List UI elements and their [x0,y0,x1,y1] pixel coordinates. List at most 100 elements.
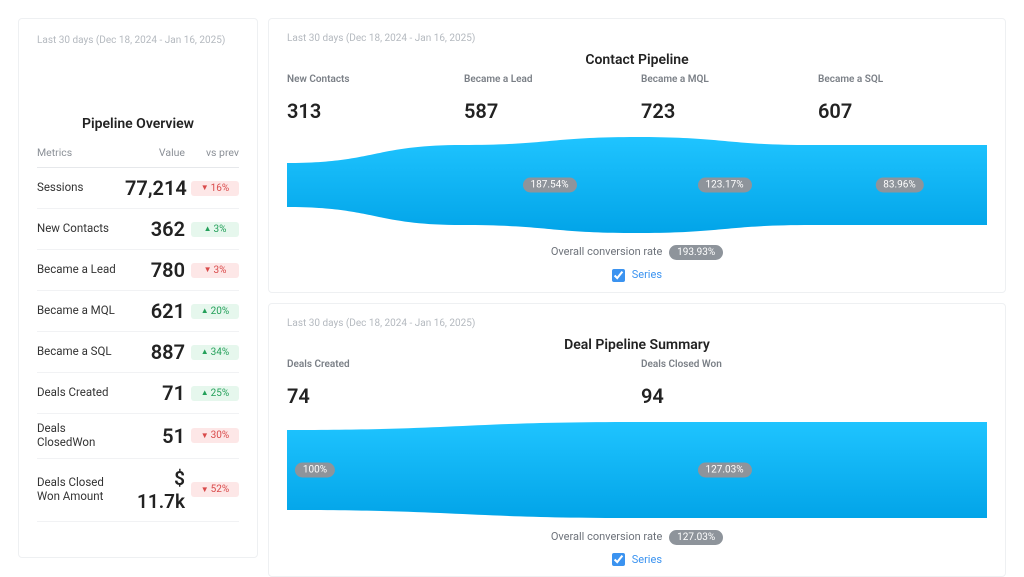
overall-conversion-line: Overall conversion rate 193.93% [287,245,987,260]
metric-value: $ 11.7k [125,467,185,513]
deal-pipeline-title: Deal Pipeline Summary [287,337,987,353]
metric-label: Became a SQL [37,345,119,359]
delta-badge: ▲34% [191,345,239,360]
date-range-label: Last 30 days (Dec 18, 2024 - Jan 16, 202… [287,33,987,44]
stage-label: Deals Closed Won [641,359,987,370]
metric-value: 621 [125,299,185,323]
overall-conversion-badge: 127.03% [669,530,723,545]
overall-conversion-line: Overall conversion rate 127.03% [287,530,987,545]
stage-value: 607 [818,99,987,123]
metric-value: 51 [125,424,185,448]
triangle-down-icon: ▼ [201,432,209,440]
series-legend-label: Series [632,268,662,281]
delta-badge: ▼3% [191,263,239,278]
date-range-label: Last 30 days (Dec 18, 2024 - Jan 16, 202… [287,318,987,329]
overview-header-vsprev: vs prev [191,146,239,159]
overview-header-metric: Metrics [37,146,119,159]
date-range-label: Last 30 days (Dec 18, 2024 - Jan 16, 202… [37,35,239,46]
conversion-badge: 123.17% [697,178,751,193]
metric-value: 887 [125,340,185,364]
stage-label: Became a Lead [464,74,633,85]
stage-value: 723 [641,99,810,123]
triangle-down-icon: ▼ [204,266,212,274]
stage-value: 587 [464,99,633,123]
overall-conversion-label: Overall conversion rate [551,530,663,543]
pipeline-overview-card: Last 30 days (Dec 18, 2024 - Jan 16, 202… [18,18,258,558]
overview-header-row: Metrics Value vs prev [37,138,239,168]
triangle-down-icon: ▼ [201,486,209,494]
overview-row: New Contacts362▲3% [37,209,239,250]
conversion-badge: 100% [295,462,335,477]
overview-row: Became a SQL 887 ▲34% [37,332,239,373]
triangle-down-icon: ▼ [201,184,209,192]
delta-badge: ▼16% [191,181,239,196]
stage-value: 94 [641,384,987,408]
conversion-badge: 187.54% [522,178,576,193]
delta-text: 34% [211,347,230,358]
series-checkbox[interactable] [612,269,625,282]
series-legend-item[interactable]: Series [612,553,662,566]
deal-stages-row: Deals Created 74 Deals Closed Won 94 [287,359,987,408]
metric-value: 780 [125,258,185,282]
delta-text: 3% [213,265,226,276]
stage-value: 74 [287,384,633,408]
pipeline-stage: Became a SQL 607 [818,74,987,123]
deal-pipeline-card: Last 30 days (Dec 18, 2024 - Jan 16, 202… [268,303,1006,577]
delta-text: 25% [211,388,230,399]
metric-label: Sessions [37,181,119,195]
delta-text: 52% [211,484,230,495]
overall-conversion-label: Overall conversion rate [551,245,663,258]
overview-header-value: Value [125,146,185,159]
triangle-up-icon: ▲ [201,307,209,315]
pipeline-stage: Became a Lead 587 [464,74,633,123]
overview-row: Sessions 77,214 ▼16% [37,168,239,209]
overview-row: Became a MQL 621 ▲20% [37,291,239,332]
contact-pipeline-card: Last 30 days (Dec 18, 2024 - Jan 16, 202… [268,18,1006,293]
pipeline-stage: Became a MQL 723 [641,74,810,123]
metric-label: Deals Created [37,386,119,400]
conversion-badge: 83.96% [875,178,923,193]
contact-pipeline-title: Contact Pipeline [287,52,987,68]
metric-label: Became a MQL [37,304,119,318]
deal-legend: Series [287,553,987,567]
deal-funnel: 100% 127.03% [287,420,987,520]
delta-text: 16% [211,183,230,194]
stage-label: Became a SQL [818,74,987,85]
stage-label: Deals Created [287,359,633,370]
metric-value: 362 [125,217,185,241]
metric-label: New Contacts [37,222,119,236]
overview-rows: Sessions77,214▼16%New Contacts362▲3%Beca… [37,168,239,522]
contact-stages-row: New Contacts313Became a Lead587Became a … [287,74,987,123]
stage-label: New Contacts [287,74,456,85]
delta-badge: ▼52% [191,482,239,497]
series-legend-item[interactable]: Series [612,268,662,281]
delta-badge: ▲20% [191,304,239,319]
deal-funnel-svg [287,420,987,520]
delta-badge: ▲25% [191,386,239,401]
series-legend-label: Series [632,553,662,566]
overview-row: Deals ClosedWon51▼30% [37,414,239,459]
metric-value: 77,214 [125,176,185,200]
triangle-up-icon: ▲ [201,348,209,356]
overview-row: Became a Lead 780 ▼3% [37,250,239,291]
series-checkbox[interactable] [612,553,625,566]
pipeline-stage: Deals Created 74 [287,359,633,408]
metric-value: 71 [125,381,185,405]
delta-text: 3% [213,224,226,235]
contact-funnel: 187.54% 123.17% 83.96% [287,135,987,235]
overall-conversion-badge: 193.93% [669,245,723,260]
pipeline-stage: New Contacts313 [287,74,456,123]
stage-label: Became a MQL [641,74,810,85]
overview-row: Deals Created 71 ▲25% [37,373,239,414]
delta-text: 30% [211,430,230,441]
pipeline-stage: Deals Closed Won 94 [641,359,987,408]
metric-label: Became a Lead [37,263,119,277]
delta-badge: ▼30% [191,428,239,443]
metric-label: Deals Closed Won Amount [37,476,119,504]
overview-row: Deals Closed Won Amount$ 11.7k ▼52% [37,459,239,522]
triangle-up-icon: ▲ [201,389,209,397]
contact-legend: Series [287,268,987,282]
conversion-badge: 127.03% [697,462,751,477]
delta-text: 20% [211,306,230,317]
main-column: Last 30 days (Dec 18, 2024 - Jan 16, 202… [268,18,1006,558]
